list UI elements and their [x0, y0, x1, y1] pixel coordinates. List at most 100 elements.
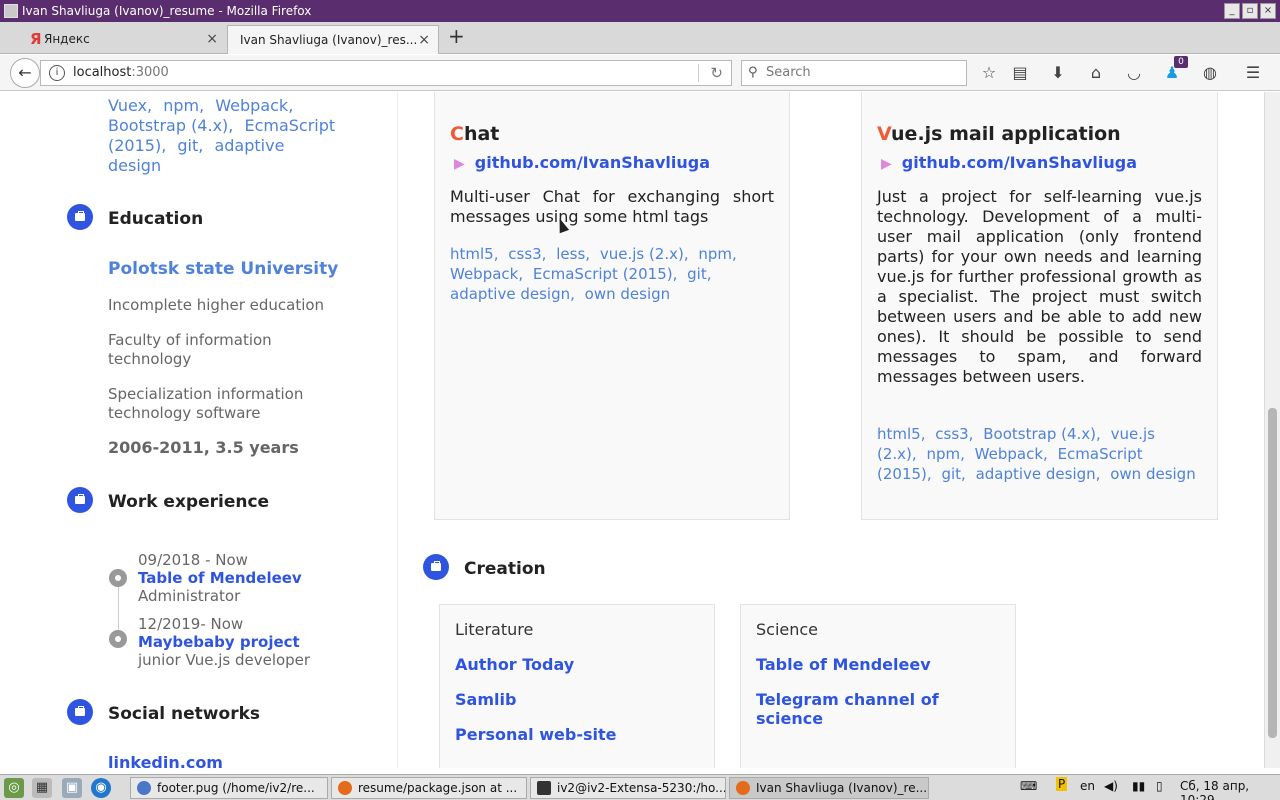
- job-title[interactable]: Table of Mendeleev: [138, 569, 302, 587]
- creation-link[interactable]: Author Today: [455, 655, 574, 674]
- briefcase-icon: [67, 204, 93, 230]
- search-placeholder: Search: [766, 65, 811, 80]
- education-specialization: Specialization information technology so…: [108, 385, 304, 422]
- tag[interactable]: npm,: [926, 445, 964, 463]
- menu-icon[interactable]: ☰: [1242, 62, 1264, 84]
- title-first-letter: V: [877, 123, 892, 145]
- download-icon[interactable]: ⬇: [1047, 62, 1069, 84]
- taskbar-item-label: resume/package.json at ...: [358, 781, 518, 795]
- skills-tags: Vuex, npm, Webpack, Bootstrap (4.x), Ecm…: [108, 96, 348, 176]
- social-heading: Social networks: [108, 704, 260, 724]
- creation-heading: Creation: [464, 559, 546, 579]
- job-date: 12/2019- Now: [138, 615, 244, 633]
- home-icon[interactable]: ⌂: [1085, 62, 1107, 84]
- play-icon: ▶: [881, 156, 892, 172]
- tag[interactable]: adaptive design,: [450, 285, 575, 303]
- tag[interactable]: Webpack,: [975, 445, 1048, 463]
- close-tab-icon[interactable]: ×: [418, 26, 430, 54]
- job-title[interactable]: Maybebaby project: [138, 633, 300, 651]
- pocket-icon[interactable]: ◡: [1123, 62, 1145, 84]
- network-icon[interactable]: ▮▮: [1132, 779, 1145, 793]
- tag[interactable]: css3,: [935, 425, 973, 443]
- tag[interactable]: html5,: [450, 245, 498, 263]
- tag[interactable]: git,: [941, 465, 965, 483]
- skill-tag[interactable]: git,: [177, 136, 203, 155]
- github-link-text: github.com/IvanShavliuga: [901, 153, 1137, 172]
- text-editor-icon[interactable]: ▣: [62, 778, 82, 798]
- taskbar-item-label: Ivan Shavliuga (Ivanov)_re...: [756, 781, 928, 795]
- reload-icon[interactable]: ↻: [710, 61, 723, 85]
- addon-icon[interactable]: ◍: [1199, 62, 1221, 84]
- tag[interactable]: Bootstrap (4.x),: [983, 425, 1101, 443]
- taskbar-item-label: footer.pug (/home/iv2/re...: [157, 781, 315, 795]
- taskbar-item[interactable]: Ivan Shavliuga (Ivanov)_re...: [729, 777, 929, 799]
- tag[interactable]: vue.js (2.x),: [600, 245, 689, 263]
- creation-link[interactable]: Personal web-site: [455, 725, 616, 744]
- timeline-dot: [109, 569, 127, 587]
- university-name[interactable]: Polotsk state University: [108, 259, 338, 279]
- editor-icon: [137, 781, 151, 795]
- github-link[interactable]: ▶ github.com/IvanShavliuga: [881, 153, 1137, 172]
- skill-tag[interactable]: Bootstrap (4.x),: [108, 116, 233, 135]
- tab-resume[interactable]: Ivan Shavliuga (Ivanov)_res... ×: [227, 25, 439, 54]
- close-window-button[interactable]: ×: [1260, 3, 1276, 19]
- creation-link[interactable]: Telegram channel of science: [756, 690, 976, 728]
- creation-link[interactable]: Samlib: [455, 690, 516, 709]
- back-button[interactable]: ←: [10, 58, 40, 88]
- scrollbar-thumb[interactable]: [1268, 408, 1277, 738]
- title-first-letter: C: [450, 123, 464, 145]
- tab-label: Яндекс: [44, 32, 90, 46]
- bookmark-star-icon[interactable]: ☆: [978, 62, 1000, 84]
- resume-sidebar: Vuex, npm, Webpack, Bootstrap (4.x), Ecm…: [0, 92, 398, 768]
- start-menu-icon[interactable]: ◎: [4, 778, 24, 798]
- tag[interactable]: own design: [1110, 465, 1195, 483]
- tag[interactable]: adaptive design,: [976, 465, 1101, 483]
- library-icon[interactable]: ▤: [1009, 62, 1031, 84]
- browser-icon[interactable]: ◉: [91, 778, 111, 798]
- battery-icon[interactable]: ▯: [1156, 779, 1163, 793]
- tag[interactable]: Webpack,: [450, 265, 523, 283]
- github-link-text: github.com/IvanShavliuga: [474, 153, 710, 172]
- info-icon[interactable]: i: [49, 65, 65, 81]
- window-menu-icon[interactable]: [4, 4, 18, 18]
- url-bar[interactable]: i localhost:3000 ↻: [40, 60, 732, 86]
- tag[interactable]: css3,: [508, 245, 546, 263]
- firefox-icon: [338, 781, 352, 795]
- tag[interactable]: less,: [556, 245, 590, 263]
- minimize-button[interactable]: _: [1224, 3, 1240, 19]
- education-faculty: Faculty of information technology: [108, 331, 272, 368]
- taskbar-item[interactable]: iv2@iv2-Extensa-5230:/ho...: [530, 777, 726, 799]
- project-title: Vue.js mail application: [877, 123, 1121, 145]
- tag[interactable]: own design: [585, 285, 670, 303]
- github-link[interactable]: ▶ github.com/IvanShavliuga: [454, 153, 710, 172]
- briefcase-icon: [423, 554, 449, 580]
- keyboard-tray-icon[interactable]: ⌨: [1020, 779, 1037, 793]
- system-taskbar: ◎ ▦ ▣ ◉ footer.pug (/home/iv2/re... resu…: [0, 774, 1280, 800]
- taskbar-item[interactable]: resume/package.json at ...: [331, 777, 527, 799]
- page-scrollbar[interactable]: [1264, 92, 1280, 768]
- tab-yandex[interactable]: Я Яндекс ×: [14, 25, 226, 54]
- clipboard-tray-icon[interactable]: P: [1056, 777, 1068, 791]
- volume-icon[interactable]: ◀): [1104, 779, 1118, 793]
- search-input[interactable]: ⚲ Search: [741, 60, 967, 86]
- skill-tag[interactable]: Webpack,: [215, 96, 293, 115]
- close-tab-icon[interactable]: ×: [206, 25, 218, 53]
- creation-link[interactable]: Table of Mendeleev: [756, 655, 931, 674]
- clock[interactable]: Сб, 18 апр, 10:29: [1180, 779, 1280, 800]
- tag[interactable]: EcmaScript (2015),: [533, 265, 677, 283]
- tag[interactable]: html5,: [877, 425, 925, 443]
- language-indicator[interactable]: en: [1080, 779, 1095, 793]
- new-tab-button[interactable]: +: [448, 26, 465, 46]
- tag[interactable]: npm,: [698, 245, 736, 263]
- linkedin-link[interactable]: linkedin.com: [108, 753, 223, 768]
- taskbar-item[interactable]: footer.pug (/home/iv2/re...: [130, 777, 328, 799]
- tab-label: Ivan Shavliuga (Ivanov)_res...: [240, 33, 418, 47]
- file-manager-icon[interactable]: ▦: [32, 778, 52, 798]
- skill-tag[interactable]: Vuex,: [108, 96, 152, 115]
- url-port: :3000: [131, 65, 169, 80]
- maximize-button[interactable]: ▫: [1242, 3, 1258, 19]
- page-viewport: Vuex, npm, Webpack, Bootstrap (4.x), Ecm…: [0, 92, 1264, 768]
- project-tags: html5, css3, Bootstrap (4.x), vue.js (2.…: [877, 424, 1202, 484]
- skill-tag[interactable]: npm,: [163, 96, 204, 115]
- tag[interactable]: git,: [687, 265, 711, 283]
